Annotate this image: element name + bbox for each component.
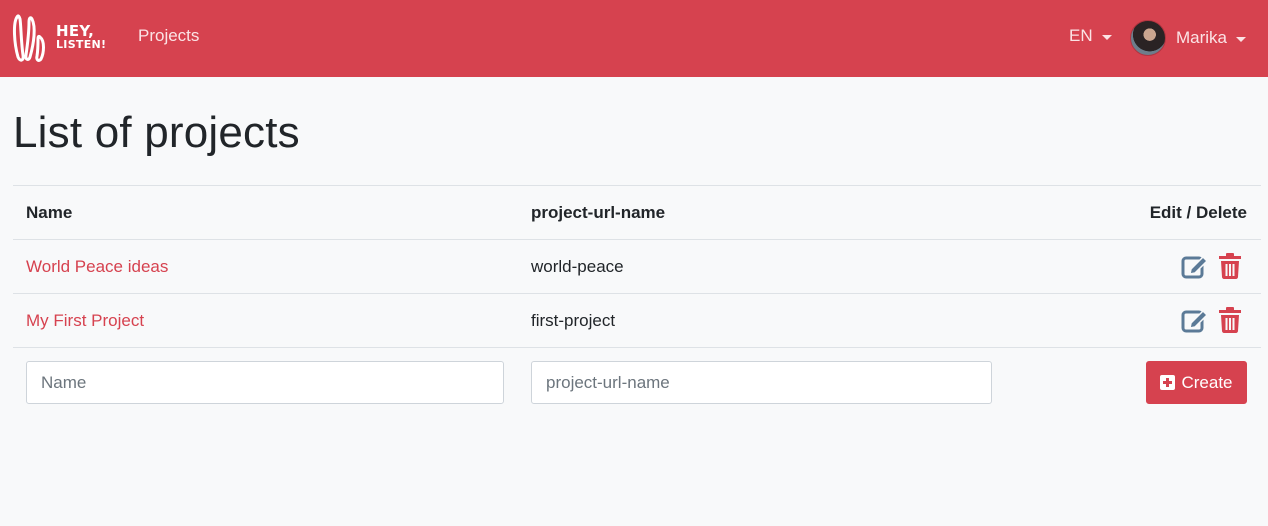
logo-icon	[13, 14, 45, 62]
page-title: List of projects	[13, 108, 300, 157]
table-header-row: Name project-url-name Edit / Delete	[13, 185, 1261, 239]
create-project-form: Create	[13, 347, 1261, 417]
project-url-name: first-project	[531, 311, 616, 330]
row-actions	[1181, 253, 1242, 279]
edit-icon[interactable]	[1181, 253, 1209, 279]
project-name-input[interactable]	[26, 361, 504, 404]
table-row: World Peace ideas world-peace	[13, 239, 1261, 293]
column-header-name: Name	[26, 203, 73, 222]
table-row: My First Project first-project	[13, 293, 1261, 347]
chevron-down-icon	[1236, 36, 1247, 42]
trash-icon[interactable]	[1218, 253, 1242, 279]
plus-square-icon	[1160, 375, 1176, 390]
column-header-actions: Edit / Delete	[1149, 203, 1247, 222]
project-name-link[interactable]: My First Project	[26, 311, 144, 331]
create-button[interactable]: Create	[1146, 361, 1247, 404]
nav-projects-link[interactable]: Projects	[138, 26, 199, 46]
project-url-name: world-peace	[531, 257, 624, 276]
edit-icon[interactable]	[1181, 307, 1209, 333]
trash-icon[interactable]	[1218, 307, 1242, 333]
brand-line-1: HEY,	[56, 22, 95, 40]
brand-logo[interactable]: HEY, LISTEN!	[12, 13, 112, 63]
language-label: EN	[1069, 26, 1093, 45]
project-url-name-input[interactable]	[531, 361, 992, 404]
user-name: Marika	[1176, 28, 1228, 47]
avatar	[1130, 20, 1166, 56]
brand-line-2: LISTEN!	[56, 38, 107, 51]
projects-table: Name project-url-name Edit / Delete Worl…	[13, 185, 1261, 417]
top-navbar: HEY, LISTEN! Projects EN Marika	[0, 0, 1268, 77]
brand-text: HEY, LISTEN!	[56, 24, 106, 52]
project-name-link[interactable]: World Peace ideas	[26, 257, 168, 277]
create-button-label: Create	[1181, 372, 1233, 392]
row-actions	[1181, 307, 1242, 333]
user-menu-dropdown[interactable]: Marika	[1130, 20, 1247, 56]
chevron-down-icon	[1101, 34, 1112, 40]
language-dropdown[interactable]: EN	[1069, 26, 1112, 46]
column-header-url-name: project-url-name	[531, 203, 666, 222]
